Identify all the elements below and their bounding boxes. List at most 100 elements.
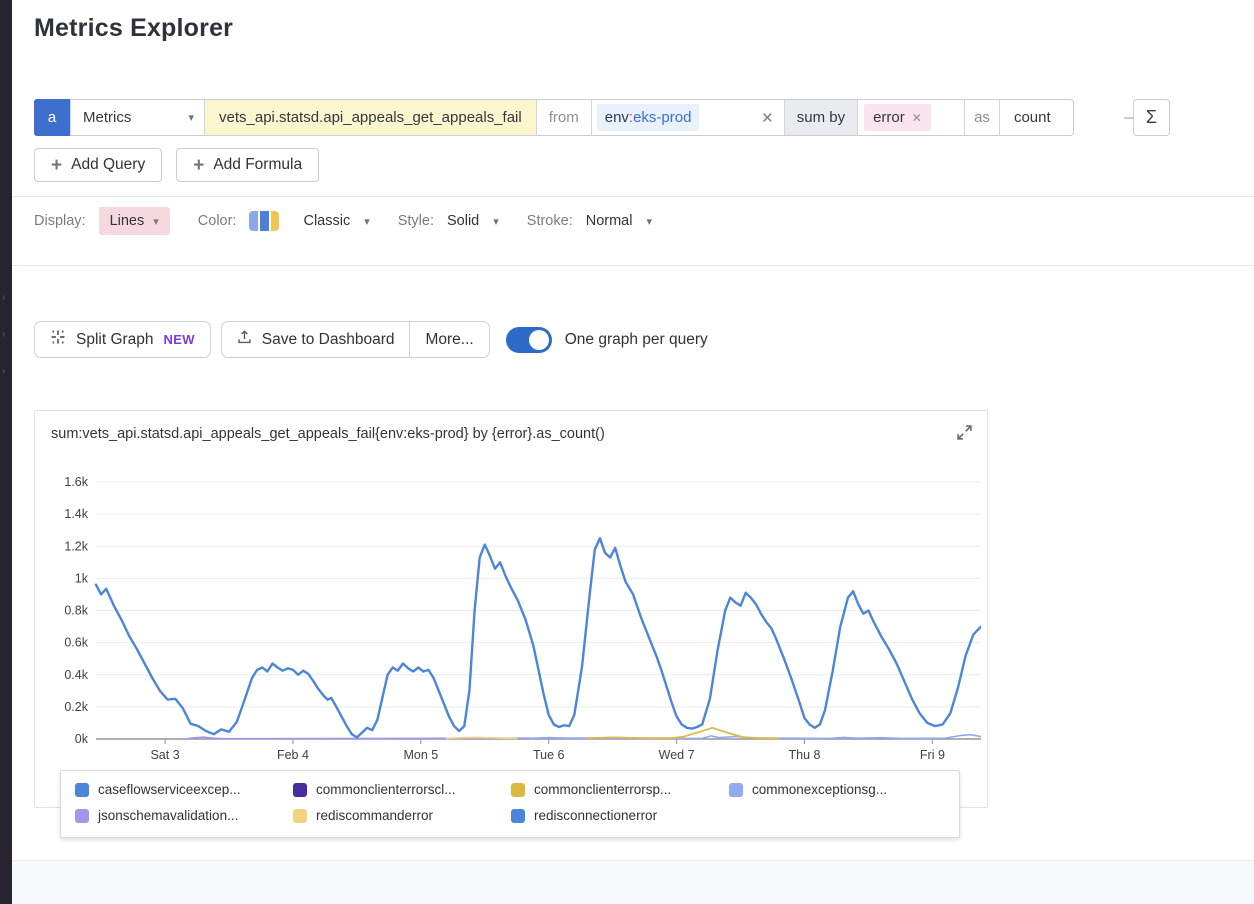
one-graph-per-query-label: One graph per query <box>565 331 708 349</box>
graph-card: sum:vets_api.statsd.api_appeals_get_appe… <box>34 410 988 808</box>
legend-swatch <box>293 809 307 823</box>
svg-text:Tue 6: Tue 6 <box>533 748 565 762</box>
footer-background <box>12 860 1254 904</box>
data-source-dropdown[interactable]: Metrics ▾ <box>70 100 204 135</box>
save-button-group: Save to Dashboard More... <box>221 321 490 358</box>
svg-text:Thu 8: Thu 8 <box>789 748 821 762</box>
group-by-tag[interactable]: error ✕ <box>864 104 931 131</box>
graph-toolbar: Split Graph NEW Save to Dashboard More..… <box>34 321 708 358</box>
stroke-dropdown[interactable]: Normal ▾ <box>586 213 652 229</box>
new-badge: NEW <box>164 332 195 347</box>
color-palette-dropdown[interactable]: Classic ▾ <box>249 211 369 231</box>
plus-icon: + <box>193 156 204 175</box>
query-actions-row: + Add Query + Add Formula <box>34 148 319 182</box>
chevron-right-icon: › <box>2 330 5 340</box>
chevron-down-icon: ▾ <box>364 215 370 228</box>
chevron-down-icon: ▾ <box>188 111 194 124</box>
one-graph-per-query-toggle[interactable] <box>506 327 552 353</box>
legend-item[interactable]: rediscommanderror <box>293 808 511 823</box>
stroke-value: Normal <box>586 213 633 229</box>
section-divider <box>12 196 1254 197</box>
svg-text:Feb 4: Feb 4 <box>277 748 309 762</box>
filter-key: env <box>605 109 629 126</box>
chevron-down-icon: ▾ <box>646 215 652 228</box>
metrics-explorer-page: › › › Metrics Explorer a Metrics ▾ vets_… <box>0 0 1254 904</box>
display-label: Display: <box>34 213 86 229</box>
clear-filter-icon[interactable]: ✕ <box>761 109 774 127</box>
legend-swatch <box>511 783 525 797</box>
color-label: Color: <box>198 213 237 229</box>
as-label: as <box>964 100 999 135</box>
add-query-button[interactable]: + Add Query <box>34 148 162 182</box>
legend-label: jsonschemavalidation... <box>98 808 238 823</box>
chevron-down-icon: ▾ <box>153 215 159 228</box>
display-options-row: Display: Lines ▾ Color: Classic ▾ Style:… <box>34 204 652 238</box>
save-to-dashboard-button[interactable]: Save to Dashboard <box>221 321 411 358</box>
svg-text:Wed 7: Wed 7 <box>659 748 695 762</box>
split-graph-label: Split Graph <box>76 331 154 349</box>
more-label: More... <box>425 331 473 349</box>
svg-text:1.6k: 1.6k <box>64 475 88 489</box>
chevron-right-icon: › <box>2 293 5 303</box>
page-title: Metrics Explorer <box>34 14 233 43</box>
toggle-knob <box>529 330 549 350</box>
svg-text:0.8k: 0.8k <box>64 604 88 618</box>
from-label: from <box>536 100 591 135</box>
legend-label: redisconnectionerror <box>534 808 657 823</box>
connector-line <box>1124 117 1133 119</box>
svg-text:Sat 3: Sat 3 <box>150 748 179 762</box>
style-label: Style: <box>398 213 434 229</box>
remove-group-by-icon[interactable]: ✕ <box>912 111 922 125</box>
legend-item[interactable]: commonclienterrorsp... <box>511 782 729 797</box>
legend-item[interactable]: commonclienterrorscl... <box>293 782 511 797</box>
add-formula-label: Add Formula <box>213 156 302 174</box>
as-count-dropdown[interactable]: count <box>999 100 1073 135</box>
add-formula-button[interactable]: + Add Formula <box>176 148 319 182</box>
legend-item[interactable]: caseflowserviceexcep... <box>75 782 293 797</box>
legend-item[interactable]: redisconnectionerror <box>511 808 729 823</box>
legend-swatch <box>75 809 89 823</box>
section-divider <box>12 265 1254 266</box>
metrics-chart[interactable]: 0k0.2k0.4k0.6k0.8k1k1.2k1.4k1.6kSat 3Feb… <box>43 466 981 766</box>
filter-value: eks-prod <box>633 109 691 126</box>
filter-tag[interactable]: env:eks-prod <box>597 104 700 131</box>
graph-title: sum:vets_api.statsd.api_appeals_get_appe… <box>51 426 605 442</box>
svg-text:Fri 9: Fri 9 <box>920 748 945 762</box>
legend-swatch <box>75 783 89 797</box>
legend-label: rediscommanderror <box>316 808 433 823</box>
legend-item[interactable]: jsonschemavalidation... <box>75 808 293 823</box>
legend-item[interactable]: commonexceptionsg... <box>729 782 947 797</box>
group-by-segment[interactable]: error ✕ <box>857 100 964 135</box>
svg-text:1.2k: 1.2k <box>64 539 88 553</box>
expand-graph-button[interactable] <box>954 424 974 444</box>
graph-legend: caseflowserviceexcep... commonclienterror… <box>60 770 960 838</box>
filter-segment[interactable]: env:eks-prod ✕ <box>591 100 784 135</box>
sigma-function-button[interactable]: Σ <box>1133 99 1170 136</box>
style-dropdown[interactable]: Solid ▾ <box>447 213 499 229</box>
svg-text:Mon 5: Mon 5 <box>403 748 438 762</box>
metric-name-input[interactable]: vets_api.statsd.api_appeals_get_appeals_… <box>204 100 536 135</box>
legend-swatch <box>293 783 307 797</box>
plus-icon: + <box>51 156 62 175</box>
svg-text:1.4k: 1.4k <box>64 507 88 521</box>
more-button[interactable]: More... <box>410 321 489 358</box>
color-palette-value: Classic <box>303 213 350 229</box>
group-by-tag-label: error <box>873 109 905 126</box>
display-type-dropdown[interactable]: Lines ▾ <box>99 207 170 235</box>
save-to-dashboard-label: Save to Dashboard <box>262 331 395 349</box>
display-type-value: Lines <box>110 213 145 229</box>
stroke-label: Stroke: <box>527 213 573 229</box>
svg-text:1k: 1k <box>75 571 89 585</box>
legend-label: caseflowserviceexcep... <box>98 782 241 797</box>
collapsed-sidebar[interactable]: › › › <box>0 0 12 904</box>
svg-text:0.4k: 0.4k <box>64 668 88 682</box>
legend-label: commonexceptionsg... <box>752 782 887 797</box>
legend-label: commonclienterrorsp... <box>534 782 671 797</box>
query-letter-badge[interactable]: a <box>34 99 70 136</box>
legend-swatch <box>511 809 525 823</box>
sum-by-label[interactable]: sum by <box>784 100 857 135</box>
query-bar: a Metrics ▾ vets_api.statsd.api_appeals_… <box>34 99 1074 136</box>
palette-swatch-icon <box>249 211 279 231</box>
legend-swatch <box>729 783 743 797</box>
split-graph-button[interactable]: Split Graph NEW <box>34 321 211 358</box>
